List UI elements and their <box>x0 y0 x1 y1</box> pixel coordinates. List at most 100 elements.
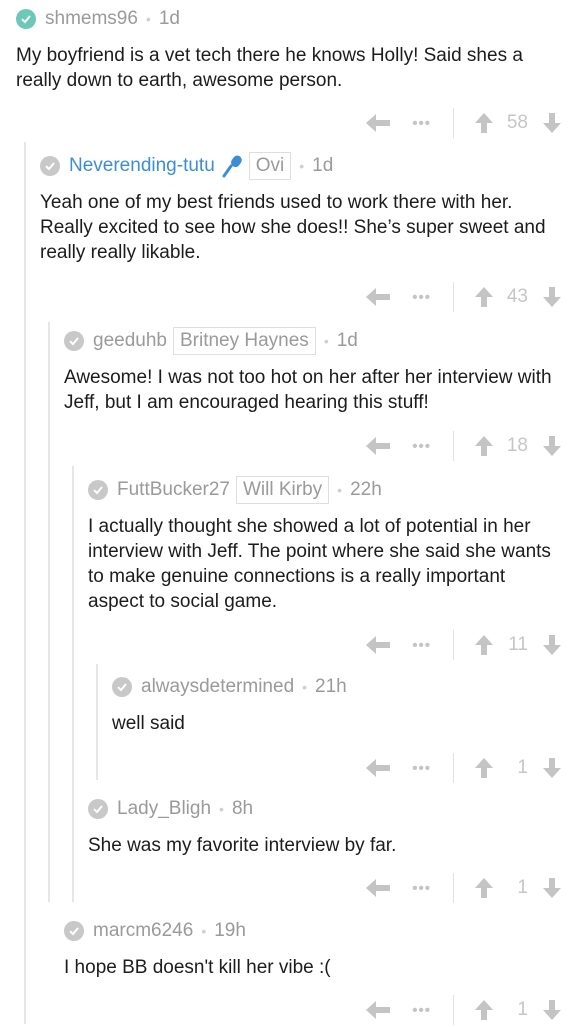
thread-line <box>48 322 50 902</box>
downvote-arrow-icon[interactable] <box>542 112 562 134</box>
comment-meta: marcm6246 • 19h <box>64 915 578 947</box>
upvote-arrow-icon[interactable] <box>474 877 494 899</box>
reply-arrow-icon[interactable] <box>364 634 392 656</box>
checkmark-circle-icon <box>64 921 84 941</box>
comment-actions: ••• 18 <box>364 429 562 463</box>
comment-text: I actually thought she showed a lot of p… <box>88 516 551 612</box>
score: 1 <box>517 877 528 898</box>
more-dots-icon[interactable]: ••• <box>412 638 431 653</box>
divider <box>453 995 454 1025</box>
score: 43 <box>506 286 528 307</box>
comment-actions: ••• 43 <box>364 280 562 314</box>
divider <box>453 753 454 783</box>
username[interactable]: marcm6246 <box>93 920 193 942</box>
comment-actions: ••• 1 <box>364 993 562 1027</box>
upvote-arrow-icon[interactable] <box>474 435 494 457</box>
more-dots-icon[interactable]: ••• <box>412 881 431 896</box>
comment: geeduhb Britney Haynes • 1d Awesome! I w… <box>64 325 578 415</box>
comment-actions: ••• 11 <box>364 628 562 662</box>
reply-arrow-icon[interactable] <box>364 286 392 308</box>
comment-text: She was my favorite interview by far. <box>88 835 397 856</box>
checkmark-circle-icon <box>112 677 132 697</box>
separator-dot: • <box>219 801 224 817</box>
separator-dot: • <box>145 11 151 27</box>
score: 11 <box>508 634 528 655</box>
separator-dot: • <box>302 679 308 695</box>
divider <box>453 108 454 138</box>
upvote-arrow-icon[interactable] <box>474 634 494 656</box>
downvote-arrow-icon[interactable] <box>542 435 562 457</box>
timestamp: 22h <box>350 479 382 500</box>
divider <box>453 282 454 312</box>
comment: marcm6246 • 19h I hope BB doesn't kill h… <box>64 915 578 980</box>
comment: Neverending-tutu Ovi • 1d Yeah one of my… <box>40 150 578 265</box>
comment: alwaysdetermined • 21h well said <box>112 671 578 736</box>
separator-dot: • <box>299 158 305 174</box>
downvote-arrow-icon[interactable] <box>542 286 562 308</box>
timestamp: 8h <box>231 798 254 819</box>
comment-text: My boyfriend is a vet tech there he know… <box>16 45 523 91</box>
comment-meta: FuttBucker27 Will Kirby • 22h <box>88 474 578 506</box>
comment-meta: alwaysdetermined • 21h <box>112 671 578 703</box>
comment-meta: Neverending-tutu Ovi • 1d <box>40 150 578 182</box>
more-dots-icon[interactable]: ••• <box>412 1003 431 1018</box>
score: 1 <box>517 999 528 1020</box>
comment-text: well said <box>112 713 185 734</box>
reply-arrow-icon[interactable] <box>364 757 392 779</box>
username[interactable]: shmems96 <box>45 8 138 30</box>
username[interactable]: alwaysdetermined <box>141 676 294 698</box>
upvote-arrow-icon[interactable] <box>474 112 494 134</box>
comment-text: I hope BB doesn't kill her vibe :( <box>64 957 331 978</box>
reply-arrow-icon[interactable] <box>364 435 392 457</box>
comment: Lady_Bligh • 8h She was my favorite inte… <box>88 793 578 858</box>
username[interactable]: FuttBucker27 <box>117 479 230 501</box>
reply-arrow-icon[interactable] <box>364 999 392 1021</box>
timestamp: 1d <box>158 8 180 29</box>
username[interactable]: Lady_Bligh <box>117 798 211 820</box>
user-flair: Britney Haynes <box>172 327 316 355</box>
comment-actions: ••• 1 <box>364 751 562 785</box>
thread-line <box>96 664 98 780</box>
score: 58 <box>506 112 528 133</box>
timestamp: 1d <box>336 330 358 351</box>
username[interactable]: Neverending-tutu <box>69 155 215 177</box>
divider <box>453 873 454 903</box>
reply-arrow-icon[interactable] <box>364 877 392 899</box>
downvote-arrow-icon[interactable] <box>542 634 562 656</box>
separator-dot: • <box>323 333 329 349</box>
timestamp: 21h <box>315 676 347 697</box>
checkmark-circle-icon <box>88 799 108 819</box>
separator-dot: • <box>337 482 343 498</box>
comment-actions: ••• 1 <box>364 871 562 905</box>
divider <box>453 431 454 461</box>
reply-arrow-icon[interactable] <box>364 112 392 134</box>
checkmark-circle-icon <box>16 9 36 29</box>
more-dots-icon[interactable]: ••• <box>412 439 431 454</box>
comment-text: Yeah one of my best friends used to work… <box>40 192 546 263</box>
thread-line <box>72 466 74 902</box>
upvote-arrow-icon[interactable] <box>474 286 494 308</box>
comment: FuttBucker27 Will Kirby • 22h I actually… <box>88 474 578 614</box>
user-flair: Will Kirby <box>236 476 330 504</box>
checkmark-circle-icon <box>88 480 108 500</box>
more-dots-icon[interactable]: ••• <box>412 290 431 305</box>
upvote-arrow-icon[interactable] <box>474 999 494 1021</box>
comment-meta: geeduhb Britney Haynes • 1d <box>64 325 578 357</box>
checkmark-circle-icon <box>64 331 84 351</box>
thread-line <box>24 142 26 1024</box>
comment-text: Awesome! I was not too hot on her after … <box>64 367 552 413</box>
upvote-arrow-icon[interactable] <box>474 757 494 779</box>
microphone-icon <box>221 154 243 178</box>
downvote-arrow-icon[interactable] <box>542 999 562 1021</box>
score: 1 <box>517 757 528 778</box>
timestamp: 19h <box>214 920 246 941</box>
more-dots-icon[interactable]: ••• <box>412 761 431 776</box>
username[interactable]: geeduhb <box>93 330 167 352</box>
comment-meta: Lady_Bligh • 8h <box>88 793 578 825</box>
comment-meta: shmems96 • 1d <box>16 3 578 35</box>
downvote-arrow-icon[interactable] <box>542 757 562 779</box>
downvote-arrow-icon[interactable] <box>542 877 562 899</box>
more-dots-icon[interactable]: ••• <box>412 116 431 131</box>
user-flair: Ovi <box>248 152 292 180</box>
comment: shmems96 • 1d My boyfriend is a vet tech… <box>16 3 578 93</box>
